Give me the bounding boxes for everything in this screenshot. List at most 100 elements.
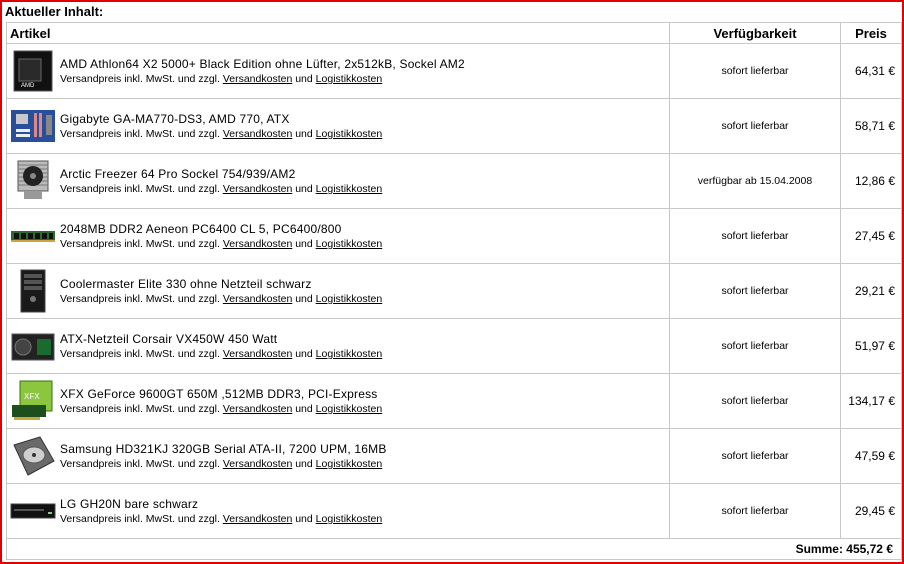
shipping-and: und bbox=[295, 73, 313, 85]
product-name[interactable]: Gigabyte GA-MA770-DS3, AMD 770, ATX bbox=[60, 112, 382, 126]
shipping-note: Versandpreis inkl. MwSt. und zzgl. Versa… bbox=[60, 128, 382, 140]
shipping-note: Versandpreis inkl. MwSt. und zzgl. Versa… bbox=[60, 348, 382, 360]
shipping-and: und bbox=[295, 183, 313, 195]
availability-cell: sofort lieferbar bbox=[669, 318, 841, 374]
dvd-drive-icon[interactable] bbox=[10, 488, 56, 534]
item-cell: Gigabyte GA-MA770-DS3, AMD 770, ATX Versa… bbox=[6, 98, 670, 154]
cpu-cooler-icon[interactable] bbox=[10, 158, 56, 204]
logistics-costs-link[interactable]: Logistikkosten bbox=[316, 73, 383, 85]
logistics-costs-link[interactable]: Logistikkosten bbox=[316, 238, 383, 250]
sum-cell: Summe: 455,72 € bbox=[6, 538, 902, 560]
item-cell: Samsung HD321KJ 320GB Serial ATA-II, 720… bbox=[6, 428, 670, 484]
shipping-costs-link[interactable]: Versandkosten bbox=[223, 458, 292, 470]
availability-cell: sofort lieferbar bbox=[669, 373, 841, 429]
logistics-costs-link[interactable]: Logistikkosten bbox=[316, 128, 383, 140]
item-cell: Arctic Freezer 64 Pro Sockel 754/939/AM2… bbox=[6, 153, 670, 209]
table-row: AMD AMD Athlon64 X2 5000+ Black Edition o… bbox=[6, 43, 902, 99]
availability-cell: sofort lieferbar bbox=[669, 428, 841, 484]
hard-drive-icon[interactable] bbox=[10, 433, 56, 479]
product-name[interactable]: AMD Athlon64 X2 5000+ Black Edition ohne… bbox=[60, 57, 465, 71]
shipping-costs-link[interactable]: Versandkosten bbox=[223, 293, 292, 305]
shipping-prefix: Versandpreis inkl. MwSt. und zzgl. bbox=[60, 348, 220, 360]
shipping-and: und bbox=[295, 458, 313, 470]
product-name[interactable]: Samsung HD321KJ 320GB Serial ATA-II, 720… bbox=[60, 442, 387, 456]
availability-cell: sofort lieferbar bbox=[669, 263, 841, 319]
item-cell: Coolermaster Elite 330 ohne Netzteil sch… bbox=[6, 263, 670, 319]
shipping-note: Versandpreis inkl. MwSt. und zzgl. Versa… bbox=[60, 403, 382, 415]
availability-cell: sofort lieferbar bbox=[669, 43, 841, 99]
product-name[interactable]: LG GH20N bare schwarz bbox=[60, 497, 382, 511]
price-cell: 134,17 € bbox=[840, 373, 902, 429]
graphics-card-icon[interactable]: XFX bbox=[10, 378, 56, 424]
shipping-note: Versandpreis inkl. MwSt. und zzgl. Versa… bbox=[60, 458, 387, 470]
shipping-prefix: Versandpreis inkl. MwSt. und zzgl. bbox=[60, 403, 220, 415]
power-supply-icon[interactable] bbox=[10, 323, 56, 369]
sum-label: Summe: bbox=[795, 542, 843, 556]
table-header-row: Artikel Verfügbarkeit Preis bbox=[6, 22, 902, 44]
logistics-costs-link[interactable]: Logistikkosten bbox=[316, 348, 383, 360]
product-name[interactable]: Arctic Freezer 64 Pro Sockel 754/939/AM2 bbox=[60, 167, 382, 181]
shipping-prefix: Versandpreis inkl. MwSt. und zzgl. bbox=[60, 293, 220, 305]
cart-table: Artikel Verfügbarkeit Preis AMD AMD Athlo… bbox=[6, 22, 902, 560]
shipping-note: Versandpreis inkl. MwSt. und zzgl. Versa… bbox=[60, 513, 382, 525]
product-name[interactable]: XFX GeForce 9600GT 650M ,512MB DDR3, PCI… bbox=[60, 387, 382, 401]
svg-text:AMD: AMD bbox=[21, 83, 35, 89]
price-cell: 27,45 € bbox=[840, 208, 902, 264]
cpu-box-icon[interactable]: AMD bbox=[10, 48, 56, 94]
item-cell: ATX-Netzteil Corsair VX450W 450 Watt Vers… bbox=[6, 318, 670, 374]
ram-module-icon[interactable] bbox=[10, 213, 56, 259]
shipping-prefix: Versandpreis inkl. MwSt. und zzgl. bbox=[60, 128, 220, 140]
price-cell: 64,31 € bbox=[840, 43, 902, 99]
logistics-costs-link[interactable]: Logistikkosten bbox=[316, 183, 383, 195]
price-cell: 12,86 € bbox=[840, 153, 902, 209]
shipping-and: und bbox=[295, 403, 313, 415]
column-header-article: Artikel bbox=[6, 22, 670, 44]
price-cell: 58,71 € bbox=[840, 98, 902, 154]
logistics-costs-link[interactable]: Logistikkosten bbox=[316, 458, 383, 470]
price-cell: 29,45 € bbox=[840, 483, 902, 539]
table-row: Arctic Freezer 64 Pro Sockel 754/939/AM2… bbox=[6, 153, 902, 209]
table-row: XFX XFX GeForce 9600GT 650M ,512MB DDR3, … bbox=[6, 373, 902, 429]
availability-cell: sofort lieferbar bbox=[669, 208, 841, 264]
shipping-costs-link[interactable]: Versandkosten bbox=[223, 238, 292, 250]
item-cell: AMD AMD Athlon64 X2 5000+ Black Edition o… bbox=[6, 43, 670, 99]
shipping-costs-link[interactable]: Versandkosten bbox=[223, 183, 292, 195]
shipping-prefix: Versandpreis inkl. MwSt. und zzgl. bbox=[60, 513, 220, 525]
shipping-note: Versandpreis inkl. MwSt. und zzgl. Versa… bbox=[60, 238, 382, 250]
column-header-availability: Verfügbarkeit bbox=[669, 22, 841, 44]
shipping-note: Versandpreis inkl. MwSt. und zzgl. Versa… bbox=[60, 293, 382, 305]
column-header-price: Preis bbox=[840, 22, 902, 44]
table-row: Samsung HD321KJ 320GB Serial ATA-II, 720… bbox=[6, 428, 902, 484]
svg-text:XFX: XFX bbox=[24, 392, 40, 401]
mainboard-icon[interactable] bbox=[10, 103, 56, 149]
availability-cell: sofort lieferbar bbox=[669, 98, 841, 154]
pc-case-icon[interactable] bbox=[10, 268, 56, 314]
product-name[interactable]: Coolermaster Elite 330 ohne Netzteil sch… bbox=[60, 277, 382, 291]
logistics-costs-link[interactable]: Logistikkosten bbox=[316, 403, 383, 415]
page-title: Aktueller Inhalt: bbox=[5, 4, 104, 19]
shipping-costs-link[interactable]: Versandkosten bbox=[223, 128, 292, 140]
sum-row: Summe: 455,72 € bbox=[6, 538, 902, 560]
shipping-prefix: Versandpreis inkl. MwSt. und zzgl. bbox=[60, 73, 220, 85]
shipping-prefix: Versandpreis inkl. MwSt. und zzgl. bbox=[60, 183, 220, 195]
shipping-costs-link[interactable]: Versandkosten bbox=[223, 73, 292, 85]
price-cell: 29,21 € bbox=[840, 263, 902, 319]
price-cell: 51,97 € bbox=[840, 318, 902, 374]
product-name[interactable]: ATX-Netzteil Corsair VX450W 450 Watt bbox=[60, 332, 382, 346]
shipping-costs-link[interactable]: Versandkosten bbox=[223, 348, 292, 360]
shipping-prefix: Versandpreis inkl. MwSt. und zzgl. bbox=[60, 238, 220, 250]
shipping-and: und bbox=[295, 348, 313, 360]
shipping-costs-link[interactable]: Versandkosten bbox=[223, 403, 292, 415]
logistics-costs-link[interactable]: Logistikkosten bbox=[316, 293, 383, 305]
shipping-and: und bbox=[295, 513, 313, 525]
shipping-and: und bbox=[295, 293, 313, 305]
product-name[interactable]: 2048MB DDR2 Aeneon PC6400 CL 5, PC6400/8… bbox=[60, 222, 382, 236]
table-row: 2048MB DDR2 Aeneon PC6400 CL 5, PC6400/8… bbox=[6, 208, 902, 264]
table-row: Gigabyte GA-MA770-DS3, AMD 770, ATX Versa… bbox=[6, 98, 902, 154]
shipping-note: Versandpreis inkl. MwSt. und zzgl. Versa… bbox=[60, 183, 382, 195]
availability-cell: sofort lieferbar bbox=[669, 483, 841, 539]
shipping-note: Versandpreis inkl. MwSt. und zzgl. Versa… bbox=[60, 73, 465, 85]
logistics-costs-link[interactable]: Logistikkosten bbox=[316, 513, 383, 525]
table-row: ATX-Netzteil Corsair VX450W 450 Watt Vers… bbox=[6, 318, 902, 374]
shipping-costs-link[interactable]: Versandkosten bbox=[223, 513, 292, 525]
